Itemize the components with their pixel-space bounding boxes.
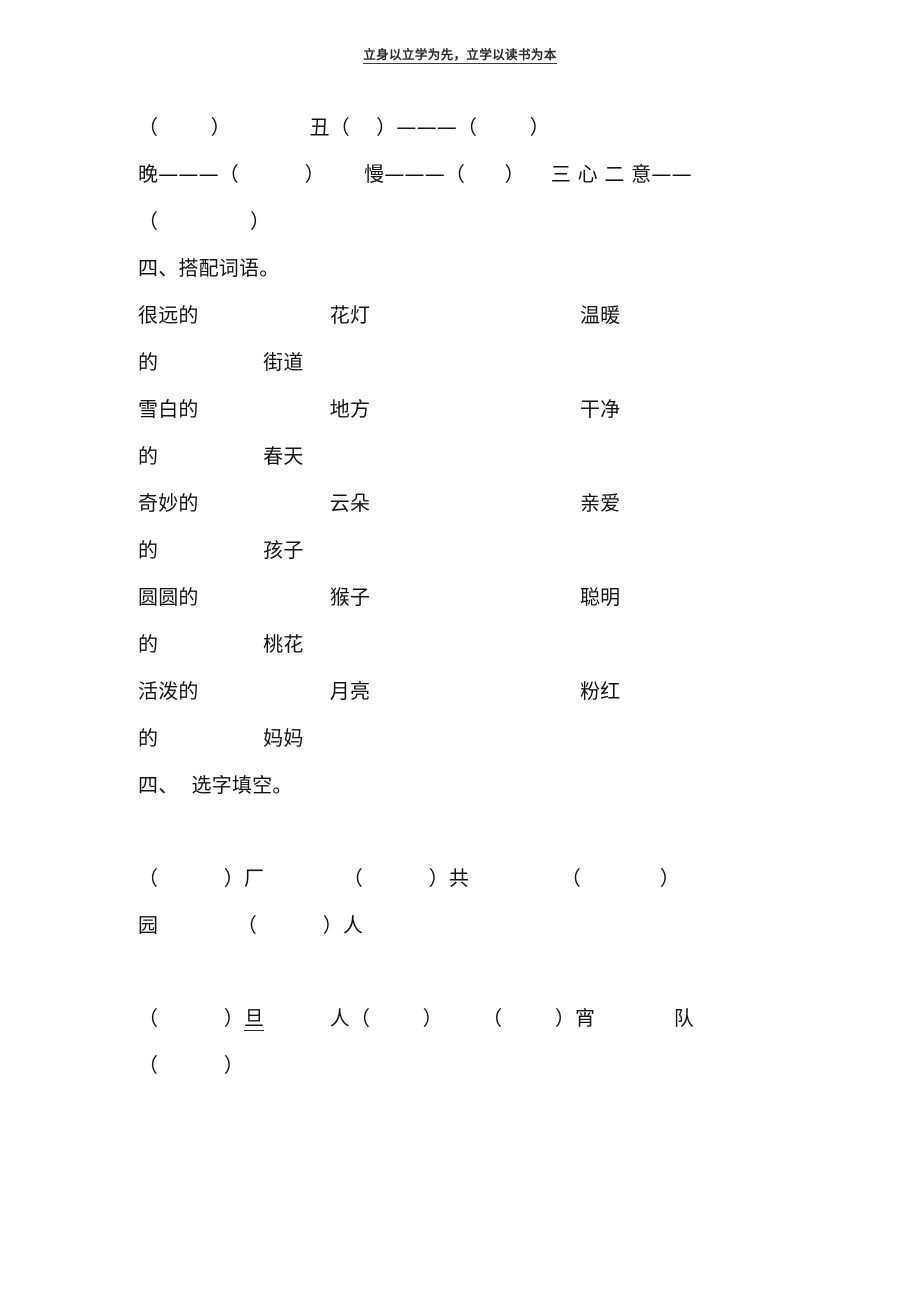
fill-line-1-wrap: 园 （ ）人 <box>138 913 364 937</box>
exercise-line-1: （ ） 丑（ ）———（ ） <box>138 115 550 139</box>
match-row-wrap: 的 孩子 <box>138 538 304 562</box>
fill-line-2-underlined-char: 旦 <box>243 1006 265 1031</box>
document-body: （ ） 丑（ ）———（ ） 晚———（ ） 慢———（ ） 三 心 二 意——… <box>138 104 788 1089</box>
match-row: 圆圆的 猴子 聪明 <box>138 585 621 609</box>
fill-line-2: （ ）旦 人（ ） （ ）宵 队 <box>138 995 788 1042</box>
fill-line-2-suffix: 人（ ） （ ）宵 队 <box>264 1006 695 1030</box>
match-row-wrap: 的 桃花 <box>138 632 304 656</box>
document-page: 立身以立学为先，立学以读书为本 （ ） 丑（ ）———（ ） 晚———（ ） 慢… <box>0 0 920 1302</box>
match-row-wrap: 的 街道 <box>138 350 304 374</box>
document-running-header: 立身以立学为先，立学以读书为本 <box>0 44 920 64</box>
fill-line-2-prefix: （ ） <box>138 1006 244 1030</box>
exercise-line-3: （ ） <box>138 209 271 233</box>
exercise-line-2: 晚———（ ） 慢———（ ） 三 心 二 意—— <box>138 162 692 186</box>
fill-line-2-wrap: （ ） <box>138 1053 244 1077</box>
match-row: 奇妙的 云朵 亲爱 <box>138 491 621 515</box>
section-heading-fill-blanks: 四、 选字填空。 <box>138 773 293 797</box>
match-row-wrap: 的 春天 <box>138 444 304 468</box>
match-row: 雪白的 地方 干净 <box>138 397 621 421</box>
fill-line-1: （ ）厂 （ ）共 （ ） <box>138 866 680 890</box>
match-row: 很远的 花灯 温暖 <box>138 303 621 327</box>
running-header-text: 立身以立学为先，立学以读书为本 <box>363 47 557 64</box>
match-row-wrap: 的 妈妈 <box>138 726 304 750</box>
section-heading-match-words: 四、搭配词语。 <box>138 256 280 280</box>
match-row: 活泼的 月亮 粉红 <box>138 679 621 703</box>
